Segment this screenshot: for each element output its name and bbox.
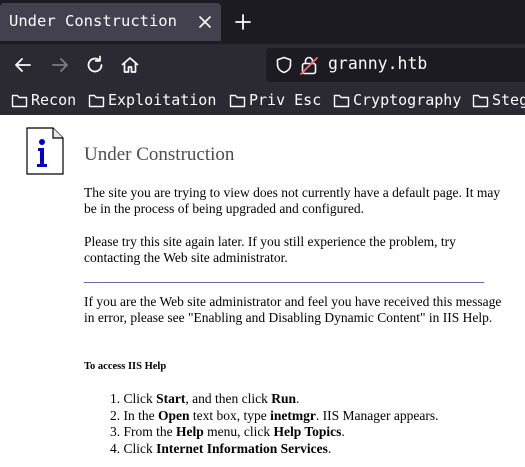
tab-strip: Under Construction <box>0 0 525 44</box>
list-item: 2. In the Open text box, type inetmgr. I… <box>110 407 439 423</box>
retry-paragraph: Please try this site again later. If you… <box>84 234 456 265</box>
help-subheading: To access IIS Help <box>84 361 167 372</box>
admin-paragraph: If you are the Web site administrator an… <box>84 294 502 325</box>
divider <box>84 282 484 283</box>
back-arrow-icon[interactable] <box>11 53 35 77</box>
bookmark-folder-cryptography[interactable]: Cryptography <box>333 90 461 110</box>
bookmark-label: Cryptography <box>353 91 462 109</box>
url-bar[interactable]: granny.htb <box>266 48 525 82</box>
bookmark-label: Recon <box>31 91 77 109</box>
new-tab-icon[interactable] <box>234 13 252 31</box>
bookmark-folder-priv-esc[interactable]: Priv Esc <box>229 90 321 110</box>
page-title: Under Construction <box>84 144 235 165</box>
list-item: 4. Click Internet Information Services. <box>110 440 332 456</box>
close-icon[interactable] <box>197 14 213 30</box>
bookmark-label: Steg <box>492 91 525 109</box>
bookmark-label: Exploitation <box>108 91 217 109</box>
url-text[interactable]: granny.htb <box>328 54 427 73</box>
help-steps-list: 1. Click Start, and then click Run. 2. I… <box>110 391 510 457</box>
intro-paragraph: The site you are trying to view does not… <box>84 185 501 216</box>
list-item: 1. Click Start, and then click Run. <box>110 391 300 406</box>
home-icon[interactable] <box>118 53 142 77</box>
folder-icon <box>229 94 246 107</box>
list-item: 3. From the Help menu, click Help Topics… <box>110 424 345 439</box>
browser-chrome: Under Construction granny.htb Recon Expl… <box>0 0 525 115</box>
folder-icon <box>472 94 489 107</box>
reload-icon[interactable] <box>83 53 107 77</box>
bookmarks-toolbar: Recon Exploitation Priv Esc Cryptography… <box>0 86 525 115</box>
folder-icon <box>11 94 28 107</box>
navigation-toolbar: granny.htb <box>0 44 525 86</box>
tab-title: Under Construction <box>9 12 177 30</box>
lock-warning-icon[interactable] <box>300 55 318 75</box>
folder-icon <box>88 94 105 107</box>
bookmark-folder-recon[interactable]: Recon <box>11 90 76 110</box>
shield-icon[interactable] <box>275 56 293 74</box>
bookmark-label: Priv Esc <box>249 91 322 109</box>
folder-icon <box>333 94 350 107</box>
bookmark-folder-steg[interactable]: Steg <box>472 90 525 110</box>
forward-arrow-icon[interactable] <box>48 53 72 77</box>
bookmark-folder-exploitation[interactable]: Exploitation <box>88 90 216 110</box>
info-document-icon <box>26 127 64 175</box>
tab-active[interactable]: Under Construction <box>0 3 221 41</box>
page-content: Under Construction The site you are tryi… <box>0 115 525 467</box>
